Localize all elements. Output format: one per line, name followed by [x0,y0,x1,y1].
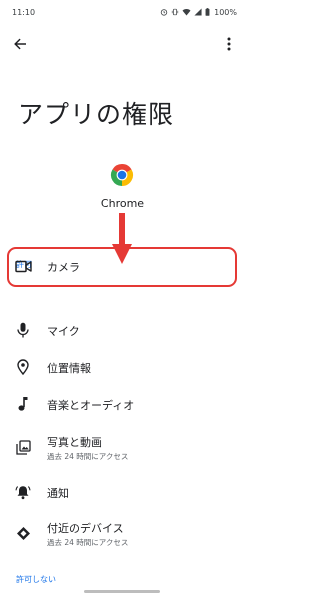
nearby-devices-icon [14,524,32,542]
permission-label: 付近のデバイス [47,522,124,535]
permission-item-microphone[interactable]: マイク [0,313,245,349]
permission-label: カメラ [47,261,80,274]
section-header-denied: 許可しない [16,575,56,584]
app-bar [0,28,245,60]
permission-label: 音楽とオーディオ [47,399,135,412]
back-arrow-icon [14,38,26,50]
back-button[interactable] [8,32,32,56]
notification-bell-icon [14,483,32,501]
permission-last-access: 過去 24 時間にアクセス [47,538,129,547]
status-icons: 100% [160,8,237,17]
permission-item-music-audio[interactable]: 音楽とオーディオ [0,387,245,423]
permission-item-location[interactable]: 位置情報 [0,350,245,386]
more-options-button[interactable] [217,32,241,56]
app-name: Chrome [100,197,145,210]
mic-icon [14,321,32,339]
home-indicator[interactable] [84,590,160,593]
permission-item-notifications[interactable]: 通知 [0,475,245,511]
permission-item-camera[interactable]: カメラ [0,249,245,285]
wifi-icon [182,9,191,16]
status-bar: 11:10 100% [0,0,245,24]
permission-item-nearby-devices[interactable]: 付近のデバイス 過去 24 時間にアクセス [0,516,245,552]
more-vert-icon [227,37,231,51]
permission-label: 写真と動画 [47,436,102,449]
battery-icon [205,8,210,16]
signal-icon [194,8,202,16]
page-title: アプリの権限 [18,100,175,129]
photos-icon [14,438,32,456]
permission-label: 位置情報 [47,362,91,375]
permission-label: マイク [47,325,80,338]
permission-item-photos-videos[interactable]: 写真と動画 過去 24 時間にアクセス [0,430,245,466]
permission-label: 通知 [47,487,69,500]
location-icon [14,358,32,376]
alarm-icon [160,9,168,16]
music-note-icon [14,395,32,413]
camera-icon [14,257,32,275]
status-time: 11:10 [12,7,36,17]
chrome-logo-icon [110,164,134,186]
battery-level: 100% [214,7,237,17]
permission-last-access: 過去 24 時間にアクセス [47,452,129,461]
vibrate-icon [172,8,179,16]
